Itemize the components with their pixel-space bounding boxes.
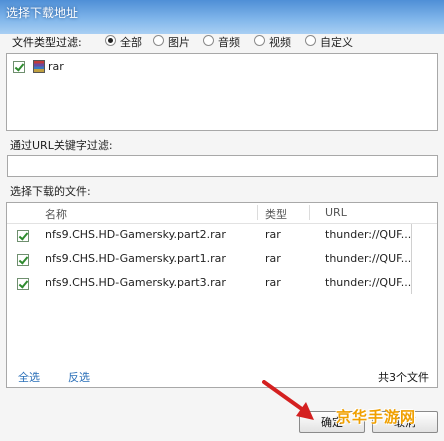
- watermark: 京华手游网: [336, 408, 417, 426]
- file-type: rar: [265, 276, 281, 289]
- column-separator[interactable]: [309, 205, 310, 220]
- file-name: nfs9.CHS.HD-Gamersky.part3.rar: [45, 276, 226, 289]
- radio-video[interactable]: [254, 35, 265, 46]
- type-filter-label: 文件类型过滤:: [12, 36, 82, 49]
- file-name: nfs9.CHS.HD-Gamersky.part2.rar: [45, 228, 226, 241]
- select-all-link[interactable]: 全选: [18, 369, 40, 385]
- rar-archive-icon: [33, 60, 45, 73]
- scrollbar[interactable]: [411, 224, 412, 294]
- row-checkbox[interactable]: [17, 254, 29, 266]
- file-url: thunder://QUF...: [325, 276, 412, 289]
- column-url[interactable]: URL: [325, 206, 347, 219]
- file-type: rar: [265, 228, 281, 241]
- row-checkbox[interactable]: [17, 278, 29, 290]
- radio-video-label[interactable]: 视频: [269, 34, 291, 50]
- radio-image-label[interactable]: 图片: [168, 34, 190, 50]
- radio-audio-label[interactable]: 音频: [218, 34, 240, 50]
- file-type-list: rar: [6, 53, 438, 131]
- file-list-header: 名称 类型 URL: [7, 203, 437, 224]
- file-list: 名称 类型 URL nfs9.CHS.HD-Gamersky.part2.rar…: [6, 202, 438, 388]
- type-filter-row: 文件类型过滤: 全部 图片 音频 视频 自定义: [0, 34, 444, 50]
- file-url: thunder://QUF...: [325, 228, 412, 241]
- invert-selection-link[interactable]: 反选: [68, 369, 90, 385]
- file-name: nfs9.CHS.HD-Gamersky.part1.rar: [45, 252, 226, 265]
- radio-custom[interactable]: [305, 35, 316, 46]
- file-type: rar: [265, 252, 281, 265]
- column-name[interactable]: 名称: [45, 206, 67, 222]
- row-checkbox[interactable]: [17, 230, 29, 242]
- column-type[interactable]: 类型: [265, 206, 287, 222]
- column-separator[interactable]: [257, 205, 258, 220]
- radio-image[interactable]: [153, 35, 164, 46]
- title-bar: 选择下载地址: [0, 0, 444, 34]
- radio-all-label[interactable]: 全部: [120, 34, 142, 50]
- files-label: 选择下载的文件:: [10, 185, 91, 198]
- type-rar-checkbox[interactable]: [13, 61, 25, 73]
- radio-audio[interactable]: [203, 35, 214, 46]
- radio-custom-label[interactable]: 自定义: [320, 34, 353, 50]
- table-row[interactable]: nfs9.CHS.HD-Gamersky.part2.rar rar thund…: [7, 224, 437, 248]
- file-url: thunder://QUF...: [325, 252, 412, 265]
- radio-all[interactable]: [105, 35, 116, 46]
- table-row[interactable]: nfs9.CHS.HD-Gamersky.part1.rar rar thund…: [7, 248, 437, 272]
- file-count: 共3个文件: [378, 371, 429, 384]
- window-title: 选择下载地址: [6, 6, 79, 20]
- table-row[interactable]: nfs9.CHS.HD-Gamersky.part3.rar rar thund…: [7, 272, 437, 296]
- type-rar-label: rar: [48, 60, 64, 73]
- url-filter-input[interactable]: [7, 155, 438, 177]
- url-filter-label: 通过URL关键字过滤:: [10, 139, 113, 152]
